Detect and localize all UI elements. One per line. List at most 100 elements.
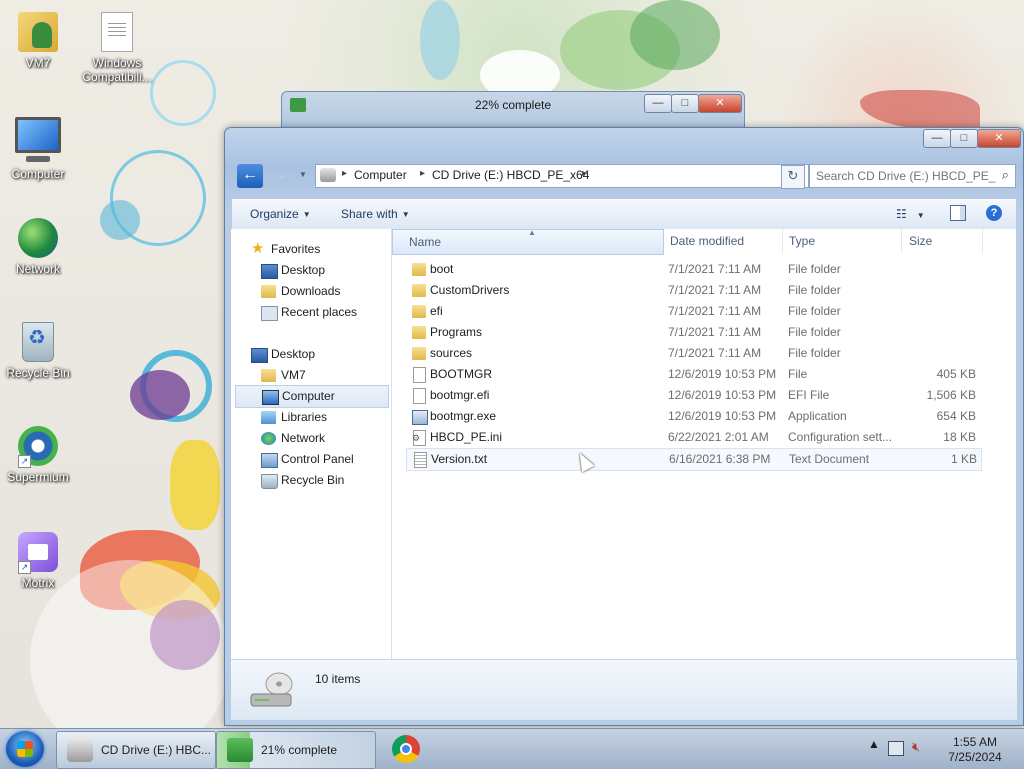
- text-file-icon: [414, 452, 427, 468]
- file-row[interactable]: CustomDrivers 7/1/2021 7:11 AM File folder: [406, 280, 980, 301]
- file-name: BOOTMGR: [430, 367, 492, 381]
- file-row[interactable]: boot 7/1/2021 7:11 AM File folder: [406, 259, 980, 280]
- desktop-icon: [261, 264, 278, 279]
- refresh-icon[interactable]: ↻: [781, 165, 805, 189]
- cd-drive-icon: [320, 168, 336, 182]
- file-row[interactable]: bootmgr.efi 12/6/2019 10:53 PM EFI File 1,5…: [406, 385, 980, 406]
- breadcrumb-computer[interactable]: Computer: [354, 168, 407, 182]
- nav-label: Downloads: [281, 284, 341, 298]
- file-date-modified: 12/6/2019 10:53 PM: [668, 367, 777, 381]
- file-row[interactable]: HBCD_PE.ini 6/22/2021 2:01 AM Configuratio…: [406, 427, 980, 448]
- desktop-icon-vm7[interactable]: VM7: [0, 12, 76, 70]
- forward-arrow-icon[interactable]: →: [267, 164, 293, 188]
- close-button[interactable]: ✕: [977, 129, 1021, 148]
- desktop-icon: [251, 348, 268, 363]
- recent-pages-chevron-icon[interactable]: ▼: [299, 170, 307, 179]
- nav-label: Favorites: [271, 242, 321, 256]
- back-arrow-icon[interactable]: ←: [237, 164, 263, 188]
- nav-item-libraries[interactable]: Libraries: [231, 407, 391, 428]
- file-row[interactable]: Version.txt 6/16/2021 6:38 PM Text Documen…: [406, 448, 982, 471]
- search-input[interactable]: [810, 165, 998, 187]
- show-hidden-icons-chevron-icon[interactable]: ▲: [868, 737, 880, 751]
- nav-item-computer[interactable]: Computer: [235, 385, 389, 408]
- desktop-icon-supermium[interactable]: ↗ Supermium: [0, 426, 76, 484]
- file-name: sources: [430, 346, 473, 360]
- nav-item-control-panel[interactable]: Control Panel: [231, 449, 391, 470]
- navigation-bar: ← → ▼ ▸ Computer ▸ CD Drive (E:) HBCD_PE…: [233, 162, 1016, 190]
- desktop-icon-motrix[interactable]: ↗ Motrix: [0, 532, 76, 590]
- help-icon[interactable]: ?: [986, 205, 1002, 221]
- maximize-button[interactable]: □: [950, 129, 978, 148]
- share-with-button[interactable]: Share with ▼: [341, 207, 410, 221]
- nav-item-downloads[interactable]: Downloads: [231, 281, 391, 302]
- close-button[interactable]: ✕: [698, 94, 742, 113]
- nav-item-network[interactable]: Network: [231, 428, 391, 449]
- start-button[interactable]: [6, 731, 44, 767]
- file-size: 1,506 KB: [926, 388, 976, 402]
- chevron-down-icon: ▼: [916, 211, 925, 220]
- column-header-date-modified[interactable]: Date modified: [664, 229, 783, 253]
- recent-places-icon: [261, 306, 278, 321]
- minimize-button[interactable]: —: [644, 94, 672, 113]
- breadcrumb-separator-icon[interactable]: ▸: [420, 168, 425, 179]
- address-bar[interactable]: ▸ Computer ▸ CD Drive (E:) HBCD_PE_x64 ▸…: [315, 164, 809, 188]
- file-row[interactable]: Programs 7/1/2021 7:11 AM File folder: [406, 322, 980, 343]
- nav-label: Computer: [282, 389, 335, 403]
- nav-item-desktop[interactable]: Desktop: [231, 260, 391, 281]
- column-header-name[interactable]: ▲ Name: [392, 228, 664, 255]
- desktop-icon-label: Network: [15, 262, 60, 276]
- volume-muted-icon[interactable]: 🔇︎: [912, 739, 920, 755]
- desktop-icon-recycle-bin[interactable]: Recycle Bin: [0, 322, 76, 380]
- breadcrumb-separator-icon[interactable]: ▸: [342, 168, 347, 179]
- change-view-button[interactable]: ☷ ▼: [896, 207, 925, 221]
- file-type: EFI File: [788, 388, 830, 402]
- preview-pane-icon[interactable]: [950, 205, 966, 221]
- minimize-button[interactable]: —: [923, 129, 951, 148]
- network-status-icon[interactable]: [888, 741, 904, 756]
- computer-icon: [262, 390, 279, 405]
- desktop-icon-windows-compatibility[interactable]: Windows Compatibili...: [79, 12, 155, 84]
- nav-desktop-root[interactable]: Desktop: [231, 344, 391, 365]
- desktop-icon-network[interactable]: Network: [0, 218, 76, 276]
- column-header-size[interactable]: Size: [902, 229, 983, 253]
- file-row[interactable]: bootmgr.exe 12/6/2019 10:53 PM Application…: [406, 406, 980, 427]
- file-date-modified: 7/1/2021 7:11 AM: [668, 283, 762, 297]
- file-row[interactable]: sources 7/1/2021 7:11 AM File folder: [406, 343, 980, 364]
- file-row[interactable]: BOOTMGR 12/6/2019 10:53 PM File 405 KB: [406, 364, 980, 385]
- nav-item-vm7[interactable]: VM7: [231, 365, 391, 386]
- shortcut-arrow-icon: ↗: [18, 455, 31, 468]
- breadcrumb-cd-drive[interactable]: CD Drive (E:) HBCD_PE_x64: [432, 168, 589, 182]
- nav-label: Libraries: [281, 410, 328, 424]
- nav-item-recycle-bin[interactable]: Recycle Bin: [231, 470, 391, 491]
- nav-favorites[interactable]: ★ Favorites: [231, 239, 391, 260]
- taskbar: CD Drive (E:) HBC... 21% complete ▲ 🔇︎ 1…: [0, 728, 1024, 769]
- search-icon[interactable]: ⌕: [1002, 167, 1009, 183]
- explorer-window[interactable]: — □ ✕ ← → ▼ ▸ Computer ▸ CD Drive (E:) H…: [224, 127, 1024, 726]
- config-file-icon: [412, 430, 426, 446]
- file-size: 1 KB: [950, 452, 977, 466]
- file-date-modified: 7/1/2021 7:11 AM: [668, 346, 762, 360]
- taskbar-copy-progress[interactable]: 21% complete: [216, 731, 376, 769]
- breadcrumb-separator-icon[interactable]: ▸: [582, 168, 587, 179]
- nav-item-recent-places[interactable]: Recent places: [231, 302, 391, 323]
- file-name: CustomDrivers: [430, 283, 510, 297]
- user-folder-icon: [261, 369, 276, 382]
- clock[interactable]: 1:55 AM 7/25/2024: [940, 735, 1010, 765]
- search-box[interactable]: ⌕: [809, 164, 1016, 188]
- organize-label: Organize: [250, 207, 299, 221]
- file-row[interactable]: efi 7/1/2021 7:11 AM File folder: [406, 301, 980, 322]
- column-header-type[interactable]: Type: [783, 229, 902, 253]
- taskbar-explorer[interactable]: CD Drive (E:) HBC...: [56, 731, 216, 769]
- file-date-modified: 12/6/2019 10:53 PM: [668, 409, 777, 423]
- nav-label: Recycle Bin: [281, 473, 345, 487]
- details-pane: 10 items: [231, 659, 1017, 720]
- clock-time: 1:55 AM: [952, 735, 998, 749]
- downloads-folder-icon: [261, 285, 276, 298]
- desktop-icon-computer[interactable]: Computer: [0, 117, 76, 181]
- organize-button[interactable]: Organize ▼: [250, 207, 311, 221]
- maximize-button[interactable]: □: [671, 94, 699, 113]
- chrome-icon[interactable]: [392, 735, 420, 763]
- desktop-icon-label: Recycle Bin: [6, 366, 70, 380]
- file-type: File folder: [788, 283, 841, 297]
- file-date-modified: 6/16/2021 6:38 PM: [669, 452, 771, 466]
